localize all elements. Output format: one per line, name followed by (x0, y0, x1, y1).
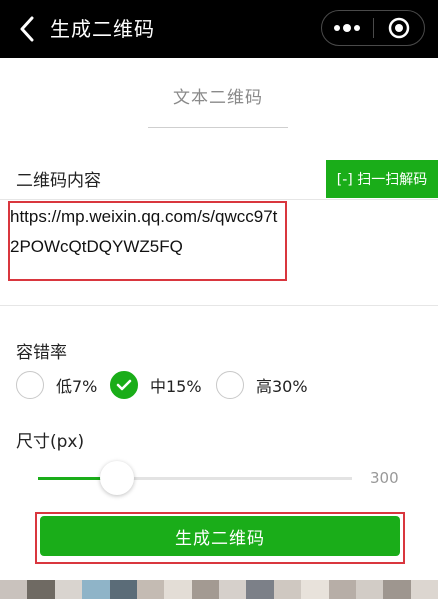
size-value: 300 (370, 469, 399, 487)
radio-option-high[interactable]: 高30% (216, 370, 308, 400)
radio-low-label: 低7% (56, 377, 98, 396)
generate-qrcode-button[interactable]: 生成二维码 (40, 516, 400, 556)
back-button[interactable] (12, 12, 42, 46)
target-circle-icon (388, 17, 409, 39)
radio-option-medium[interactable]: 中15% (110, 370, 202, 400)
close-mini-program-button[interactable] (373, 11, 424, 45)
tab-text-qrcode[interactable]: 文本二维码 (148, 83, 288, 128)
more-dots-icon (334, 24, 361, 32)
size-label: 尺寸(px) (16, 432, 85, 452)
scan-decode-button[interactable]: [-] 扫一扫解码 (326, 160, 438, 198)
radio-high-label: 高30% (256, 377, 308, 396)
chevron-left-icon (20, 16, 34, 42)
radio-medium[interactable] (110, 371, 138, 399)
mini-program-capsule (321, 10, 425, 46)
nav-bar: 生成二维码 (0, 0, 438, 58)
size-slider-handle[interactable] (99, 461, 134, 495)
radio-high[interactable] (216, 371, 244, 399)
checkmark-icon (116, 379, 132, 391)
more-button[interactable] (322, 11, 373, 45)
content-label: 二维码内容 (16, 171, 101, 191)
radio-low[interactable] (16, 371, 44, 399)
radio-medium-label: 中15% (150, 377, 202, 396)
radio-option-low[interactable]: 低7% (16, 370, 97, 400)
main-content: 文本二维码 二维码内容 [-] 扫一扫解码 https://mp.weixin.… (0, 58, 438, 599)
error-correction-label: 容错率 (16, 343, 67, 363)
blurred-content-strip (0, 580, 438, 599)
page-title: 生成二维码 (50, 17, 155, 41)
qrcode-content-value: https://mp.weixin.qq.com/s/qwcc97t2POWcQ… (10, 207, 278, 256)
